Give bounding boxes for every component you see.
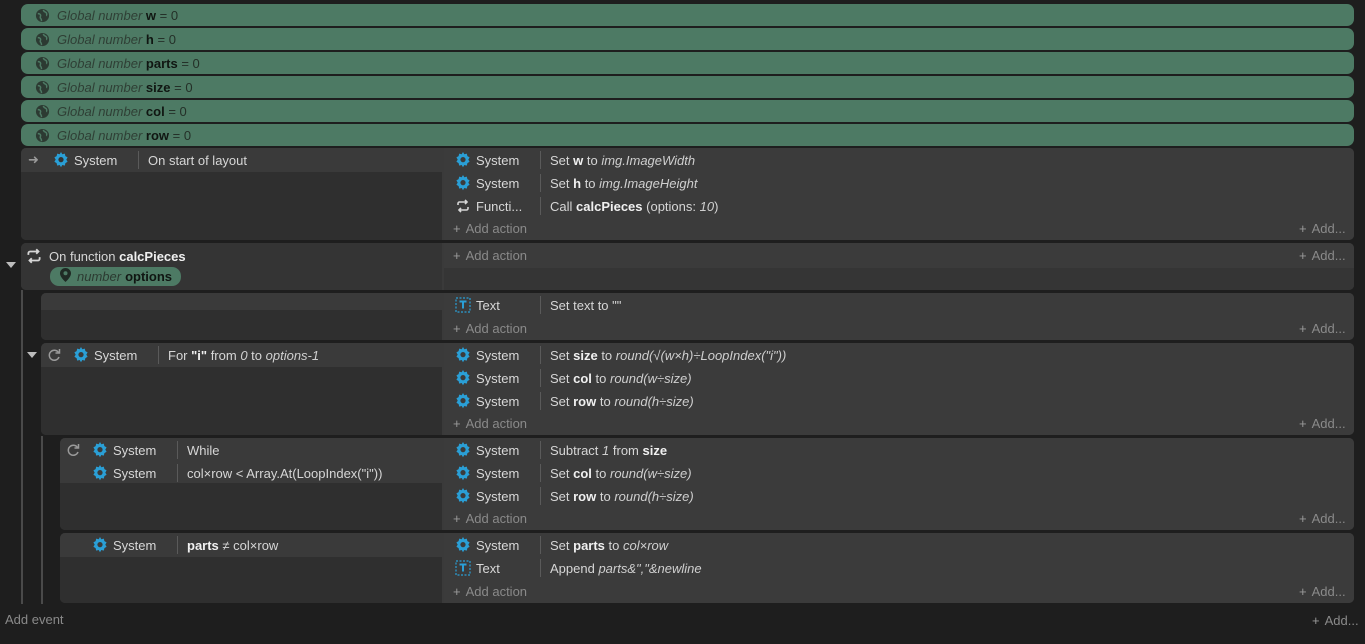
add-action-button[interactable]: + Add action xyxy=(453,416,527,431)
condition[interactable]: System On start of layout xyxy=(50,149,247,171)
action-area-empty xyxy=(444,268,1354,290)
text-object-icon xyxy=(452,560,474,576)
plus-icon: + xyxy=(1299,221,1307,236)
global-var-row[interactable]: Global number parts = 0 xyxy=(21,52,1354,74)
global-var-row[interactable]: Global number row = 0 xyxy=(21,124,1354,146)
collapse-triangle-icon[interactable] xyxy=(6,262,16,268)
tree-line xyxy=(41,436,43,604)
global-var-row[interactable]: Global number w = 0 xyxy=(21,4,1354,26)
pin-icon xyxy=(60,268,71,285)
action-row[interactable]: System Set parts to col×row xyxy=(452,534,668,556)
text-object-icon xyxy=(452,297,474,313)
add-menu-button[interactable]: + Add... xyxy=(1312,613,1359,628)
globe-icon xyxy=(31,80,53,95)
action-row[interactable]: Text Append parts&","&newline xyxy=(452,557,702,579)
gear-icon xyxy=(452,347,474,363)
plus-icon: + xyxy=(453,248,461,263)
plus-icon: + xyxy=(1299,584,1307,599)
add-menu-button[interactable]: + Add... xyxy=(1299,511,1346,526)
action-row[interactable]: System Set w to img.ImageWidth xyxy=(452,149,695,171)
collapse-triangle-icon[interactable] xyxy=(27,352,37,358)
globe-icon xyxy=(31,104,53,119)
var-name: parts xyxy=(145,55,178,71)
plus-icon: + xyxy=(1312,613,1320,628)
gear-icon xyxy=(452,488,474,504)
event-set-text[interactable] xyxy=(41,293,1354,340)
action-row[interactable]: System Set h to img.ImageHeight xyxy=(452,172,697,194)
condition-row[interactable] xyxy=(41,293,442,310)
var-name: col xyxy=(145,103,165,119)
condition[interactable]: System While xyxy=(89,439,220,461)
gear-icon xyxy=(89,442,111,458)
global-var-row[interactable]: Global number size = 0 xyxy=(21,76,1354,98)
plus-icon: + xyxy=(1299,321,1307,336)
event-while[interactable] xyxy=(60,438,1354,530)
plus-icon: + xyxy=(453,584,461,599)
action-row[interactable]: System Set row to round(h÷size) xyxy=(452,485,694,507)
global-var-row[interactable]: Global number col = 0 xyxy=(21,100,1354,122)
plus-icon: + xyxy=(1299,511,1307,526)
gear-icon xyxy=(452,175,474,191)
function-parameter[interactable]: number options xyxy=(50,267,182,286)
function-loop-icon xyxy=(452,198,474,214)
action-row[interactable]: Functi... Call calcPieces (options: 10) xyxy=(452,195,718,217)
var-name: row xyxy=(145,127,170,143)
action-area[interactable] xyxy=(444,243,1354,268)
plus-icon: + xyxy=(453,511,461,526)
condition[interactable]: System parts ≠ col×row xyxy=(89,534,278,556)
condition[interactable]: System col×row < Array.At(LoopIndex("i")… xyxy=(89,462,382,484)
add-menu-button[interactable]: + Add... xyxy=(1299,221,1346,236)
action-row[interactable]: System Set size to round(√(w×h)÷LoopInde… xyxy=(452,344,786,366)
plus-icon: + xyxy=(453,416,461,431)
add-action-button[interactable]: + Add action xyxy=(453,248,527,263)
gear-icon xyxy=(89,537,111,553)
action-row[interactable]: System Subtract 1 from size xyxy=(452,439,667,461)
loop-icon xyxy=(65,442,81,461)
add-action-button[interactable]: + Add action xyxy=(453,511,527,526)
action-row[interactable]: Text Set text to "" xyxy=(452,294,621,316)
event-function-calcPieces[interactable] xyxy=(21,243,1354,290)
plus-icon: + xyxy=(1299,248,1307,263)
gear-icon xyxy=(452,152,474,168)
add-menu-button[interactable]: + Add... xyxy=(1299,584,1346,599)
plus-icon: + xyxy=(453,221,461,236)
var-name: size xyxy=(145,79,171,95)
add-menu-button[interactable]: + Add... xyxy=(1299,248,1346,263)
globe-icon xyxy=(31,128,53,143)
gear-icon xyxy=(89,465,111,481)
gear-icon xyxy=(452,442,474,458)
plus-icon: + xyxy=(453,321,461,336)
add-action-button[interactable]: + Add action xyxy=(453,584,527,599)
globe-icon xyxy=(31,32,53,47)
gear-icon xyxy=(452,393,474,409)
function-loop-icon xyxy=(25,247,43,268)
action-row[interactable]: System Set row to round(h÷size) xyxy=(452,390,694,412)
gear-icon xyxy=(452,465,474,481)
var-name: w xyxy=(145,7,157,23)
tree-line xyxy=(21,290,23,604)
trigger-arrow-icon: ➜ xyxy=(28,152,39,167)
gear-icon xyxy=(50,152,72,168)
loop-icon xyxy=(46,347,62,366)
add-action-button[interactable]: + Add action xyxy=(453,221,527,236)
function-title[interactable]: On function calcPieces xyxy=(49,245,186,267)
plus-icon: + xyxy=(1299,416,1307,431)
global-var-row[interactable]: Global number h = 0 xyxy=(21,28,1354,50)
add-menu-button[interactable]: + Add... xyxy=(1299,321,1346,336)
gear-icon xyxy=(452,370,474,386)
gear-icon xyxy=(452,537,474,553)
add-menu-button[interactable]: + Add... xyxy=(1299,416,1346,431)
globe-icon xyxy=(31,8,53,23)
globe-icon xyxy=(31,56,53,71)
gear-icon xyxy=(70,347,92,363)
condition[interactable]: System For "i" from 0 to options-1 xyxy=(70,344,319,366)
add-event-button[interactable]: Add event xyxy=(5,612,64,627)
var-name: h xyxy=(145,31,154,47)
add-action-button[interactable]: + Add action xyxy=(453,321,527,336)
action-row[interactable]: System Set col to round(w÷size) xyxy=(452,462,692,484)
action-row[interactable]: System Set col to round(w÷size) xyxy=(452,367,692,389)
